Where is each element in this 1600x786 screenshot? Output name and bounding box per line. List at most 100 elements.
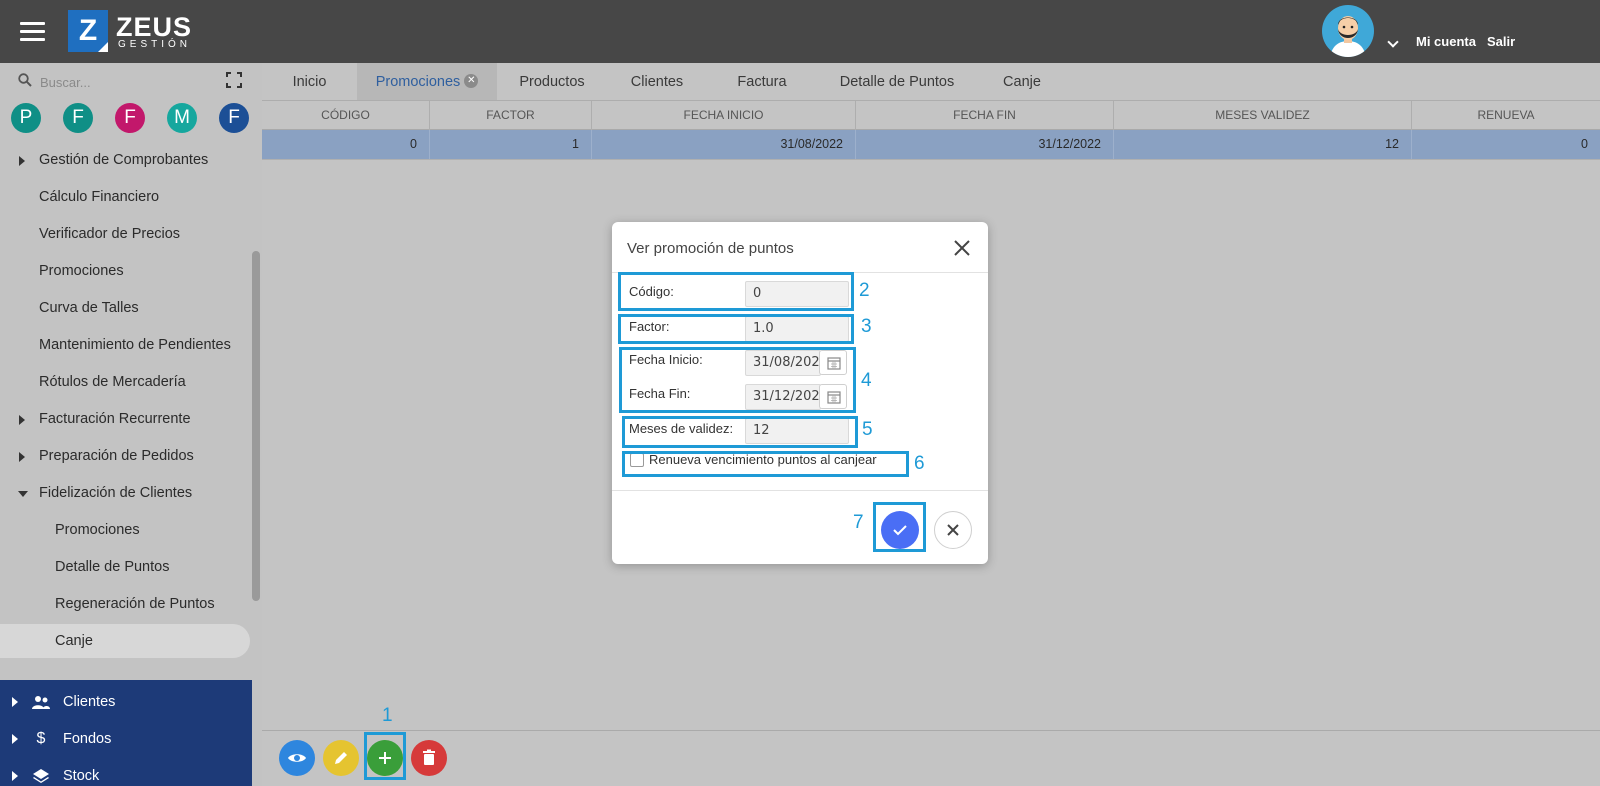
annotation-box-4 [619,347,856,413]
sidebar-item-mantenimiento-pendientes[interactable]: Mantenimiento de Pendientes [0,328,250,362]
sidebar-item-regeneracion-puntos[interactable]: Regeneración de Puntos [0,587,250,621]
user-avatar[interactable] [1322,5,1374,57]
sidebar-item-gestion-comprobantes[interactable]: Gestión de Comprobantes [0,143,250,177]
sidebar-module-label: Clientes [63,694,116,710]
table-cell: 12 [1114,130,1412,159]
annotation-label: 3 [861,316,872,337]
sidebar-scrollbar[interactable] [252,251,260,601]
fullscreen-icon[interactable] [226,72,242,88]
sidebar-search [0,63,262,101]
tab-clientes[interactable]: Clientes [607,63,707,101]
annotation-box-2 [618,272,854,311]
tab-inicio[interactable]: Inicio [262,63,357,101]
tab-bar: Inicio Promociones ✕ Productos Clientes F… [262,63,1600,101]
search-input[interactable] [40,72,190,92]
view-button[interactable] [279,740,315,776]
sidebar-item-verificador-precios[interactable]: Verificador de Precios [0,217,250,251]
sidebar-item-label: Rótulos de Mercadería [39,374,186,390]
tab-detalle-puntos[interactable]: Detalle de Puntos [817,63,977,101]
account-link[interactable]: Mi cuenta [1416,34,1476,49]
caret-right-icon [12,697,18,707]
pencil-icon [335,752,347,764]
sidebar-item-label: Promociones [55,522,140,538]
sidebar-module-stock[interactable]: Stock [0,758,252,786]
caret-right-icon [19,415,25,425]
sidebar-item-label: Cálculo Financiero [39,189,160,205]
dialog-title: Ver promoción de puntos [627,240,794,257]
sidebar-item-label: Curva de Talles [39,300,139,316]
sidebar-item-promociones[interactable]: Promociones [0,254,250,288]
delete-button[interactable] [411,740,447,776]
column-header[interactable]: RENUEVA [1412,101,1600,130]
favorite-f[interactable]: F [63,103,93,133]
menu-icon[interactable] [20,22,45,42]
caret-right-icon [12,771,18,781]
brand-subtitle: GESTIÓN [118,39,192,50]
sidebar-item-label: Verificador de Precios [39,226,181,242]
sidebar-module-clientes[interactable]: Clientes [0,684,252,720]
column-header[interactable]: FECHA INICIO [592,101,856,130]
tab-promociones[interactable]: Promociones ✕ [357,63,497,101]
sidebar-module-fondos[interactable]: $ Fondos [0,721,252,757]
sidebar-item-calculo-financiero[interactable]: Cálculo Financiero [0,180,250,214]
sidebar-item-label: Canje [55,633,93,649]
chevron-down-icon[interactable] [1387,36,1399,48]
column-header[interactable]: FECHA FIN [856,101,1114,130]
grid-header: CÓDIGO FACTOR FECHA INICIO FECHA FIN MES… [262,101,1600,130]
trash-icon [423,749,435,765]
favorite-p[interactable]: P [11,103,41,133]
sidebar-item-fidelizacion-promociones[interactable]: Promociones [0,513,250,547]
table-row[interactable]: 0 1 31/08/2022 31/12/2022 12 0 [262,130,1600,159]
sidebar-item-detalle-puntos[interactable]: Detalle de Puntos [0,550,250,584]
tab-canje[interactable]: Canje [977,63,1067,101]
favorites-row: P F F M F [0,103,262,135]
annotation-label: 5 [862,419,873,440]
annotation-box-7 [873,502,926,552]
dollar-icon: $ [36,730,46,747]
favorite-f[interactable]: F [219,103,249,133]
tab-productos[interactable]: Productos [497,63,607,101]
sidebar-item-fidelizacion-clientes[interactable]: Fidelización de Clientes [0,476,250,510]
sidebar-item-preparacion-pedidos[interactable]: Preparación de Pedidos [0,439,250,473]
sidebar-item-canje[interactable]: Canje [0,624,250,658]
caret-right-icon [19,452,25,462]
toolbar-divider [262,730,1600,731]
sidebar-item-rotulos-mercaderia[interactable]: Rótulos de Mercadería [0,365,250,399]
logo-mark: Z [68,10,108,52]
table-cell: 0 [262,130,430,159]
eye-icon [288,754,306,762]
sidebar-item-facturacion-recurrente[interactable]: Facturación Recurrente [0,402,250,436]
table-cell: 31/12/2022 [856,130,1114,159]
caret-right-icon [19,156,25,166]
sidebar-module-label: Stock [63,768,100,784]
close-icon [947,524,959,536]
favorite-m[interactable]: M [167,103,197,133]
sidebar-item-curva-talles[interactable]: Curva de Talles [0,291,250,325]
column-header[interactable]: CÓDIGO [262,101,430,130]
logout-link[interactable]: Salir [1487,34,1515,49]
grid-divider [262,159,1600,160]
sidebar-item-label: Detalle de Puntos [55,559,170,575]
caret-down-icon [18,491,28,497]
table-cell: 1 [430,130,592,159]
sidebar-item-label: Regeneración de Puntos [55,596,215,612]
annotation-box-1 [364,732,406,780]
sidebar-item-label: Preparación de Pedidos [39,448,194,464]
edit-button[interactable] [323,740,359,776]
column-header[interactable]: FACTOR [430,101,592,130]
annotation-label: 1 [382,705,393,726]
search-icon [18,73,32,87]
table-cell: 0 [1581,137,1588,151]
close-icon[interactable] [952,238,972,258]
caret-right-icon [12,734,18,744]
sidebar-item-label: Promociones [39,263,124,279]
favorite-f[interactable]: F [115,103,145,133]
column-header[interactable]: MESES VALIDEZ [1114,101,1412,130]
close-tab-icon[interactable]: ✕ [464,74,479,89]
cancel-button[interactable] [934,511,972,549]
brand-name: ZEUS [116,12,193,42]
tab-factura[interactable]: Factura [707,63,817,101]
sidebar-item-label: Facturación Recurrente [39,411,191,427]
top-bar: Z ZEUS GESTIÓN Mi cuenta Salir [0,0,1600,63]
sidebar-module-label: Fondos [63,731,112,747]
